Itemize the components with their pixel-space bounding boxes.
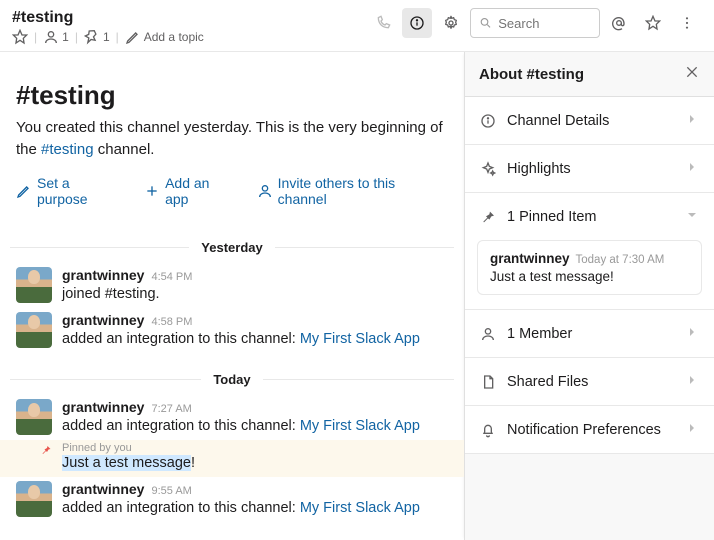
pin-count[interactable]: 1 [84, 29, 110, 45]
chevron-down-icon [684, 207, 700, 223]
star-icon [645, 15, 661, 31]
chevron-right-icon [684, 372, 700, 388]
day-divider-today: Today [10, 371, 454, 387]
message-author[interactable]: grantwinney [62, 267, 144, 283]
gear-icon [443, 15, 459, 31]
pinned-text: Just a test message! [62, 455, 448, 471]
close-button[interactable] [684, 64, 700, 84]
bell-icon [480, 422, 496, 438]
chevron-right-icon [684, 111, 700, 127]
pencil-icon [125, 29, 141, 45]
add-app-link[interactable]: Add an app [144, 175, 237, 207]
file-icon [480, 374, 496, 390]
message-text: added an integration to this channel: My… [62, 329, 448, 349]
message-time: 4:58 PM [151, 316, 192, 328]
section-channel-details[interactable]: Channel Details [465, 97, 714, 145]
invite-link[interactable]: Invite others to this channel [257, 175, 448, 207]
at-icon [611, 15, 627, 31]
settings-button[interactable] [436, 8, 466, 38]
pin-icon [40, 444, 52, 456]
pinned-author: grantwinney [490, 251, 570, 266]
message-row[interactable]: grantwinney 4:54 PM joined #testing. [0, 263, 464, 308]
channel-header: #testing | 1 | 1 | Add a topic [0, 0, 714, 52]
sparkle-icon [480, 161, 496, 177]
message-pane: #testing You created this channel yester… [0, 52, 464, 540]
set-purpose-link[interactable]: Set a purpose [16, 175, 124, 207]
plus-icon [144, 183, 160, 199]
info-icon [480, 113, 496, 129]
more-vertical-icon [679, 15, 695, 31]
message-time: 9:55 AM [151, 485, 191, 497]
search-box[interactable] [470, 8, 600, 38]
pinned-text: Just a test message! [490, 269, 689, 284]
pinned-message[interactable]: Pinned by you Just a test message! [0, 440, 464, 477]
app-link[interactable]: My First Slack App [300, 418, 420, 434]
pencil-icon [16, 183, 32, 199]
message-author[interactable]: grantwinney [62, 312, 144, 328]
pinned-time: Today at 7:30 AM [576, 254, 665, 266]
more-button[interactable] [672, 8, 702, 38]
message-text: joined #testing. [62, 284, 448, 304]
phone-icon [375, 15, 391, 31]
person-icon [43, 29, 59, 45]
chevron-right-icon [684, 420, 700, 436]
app-link[interactable]: My First Slack App [300, 500, 420, 516]
message-row[interactable]: grantwinney 7:27 AM added an integration… [0, 395, 464, 440]
about-panel: About #testing Channel Details Highlight… [464, 52, 714, 540]
channel-link[interactable]: #testing [41, 141, 94, 158]
avatar[interactable] [16, 399, 52, 435]
panel-title: About #testing [479, 66, 584, 83]
section-notifications[interactable]: Notification Preferences [465, 406, 714, 454]
member-count[interactable]: 1 [43, 29, 69, 45]
person-icon [257, 183, 273, 199]
star-toggle[interactable] [12, 29, 28, 45]
message-author[interactable]: grantwinney [62, 481, 144, 497]
message-author[interactable]: grantwinney [62, 399, 144, 415]
add-topic[interactable]: Add a topic [125, 29, 204, 45]
search-icon [479, 15, 492, 31]
pin-icon [480, 209, 496, 225]
search-input[interactable] [498, 16, 591, 31]
pinned-label: Pinned by you [62, 442, 448, 454]
message-row[interactable]: grantwinney 4:58 PM added an integration… [0, 308, 464, 353]
star-icon [12, 29, 28, 45]
day-divider-yesterday: Yesterday [10, 239, 454, 255]
info-icon [409, 15, 425, 31]
avatar[interactable] [16, 481, 52, 517]
intro-title: #testing [16, 80, 448, 111]
mentions-button[interactable] [604, 8, 634, 38]
close-icon [684, 64, 700, 80]
starred-button[interactable] [638, 8, 668, 38]
app-link[interactable]: My First Slack App [300, 331, 420, 347]
message-text: added an integration to this channel: My… [62, 416, 448, 436]
message-time: 7:27 AM [151, 403, 191, 415]
pin-icon [84, 29, 100, 45]
intro-text: You created this channel yesterday. This… [16, 117, 448, 161]
message-row[interactable]: grantwinney 9:55 AM added an integration… [0, 477, 464, 522]
chevron-right-icon [684, 159, 700, 175]
message-time: 4:54 PM [151, 271, 192, 283]
pinned-item-card[interactable]: grantwinney Today at 7:30 AM Just a test… [477, 240, 702, 295]
panel-header: About #testing [465, 52, 714, 97]
chevron-right-icon [684, 324, 700, 340]
channel-name[interactable]: #testing [12, 8, 368, 27]
avatar[interactable] [16, 312, 52, 348]
avatar[interactable] [16, 267, 52, 303]
channel-intro: #testing You created this channel yester… [0, 52, 464, 221]
person-icon [480, 326, 496, 342]
section-shared-files[interactable]: Shared Files [465, 358, 714, 406]
section-highlights[interactable]: Highlights [465, 145, 714, 193]
call-button[interactable] [368, 8, 398, 38]
section-pinned[interactable]: 1 Pinned Item [465, 193, 714, 240]
section-members[interactable]: 1 Member [465, 310, 714, 358]
message-text: added an integration to this channel: My… [62, 498, 448, 518]
details-toggle[interactable] [402, 8, 432, 38]
